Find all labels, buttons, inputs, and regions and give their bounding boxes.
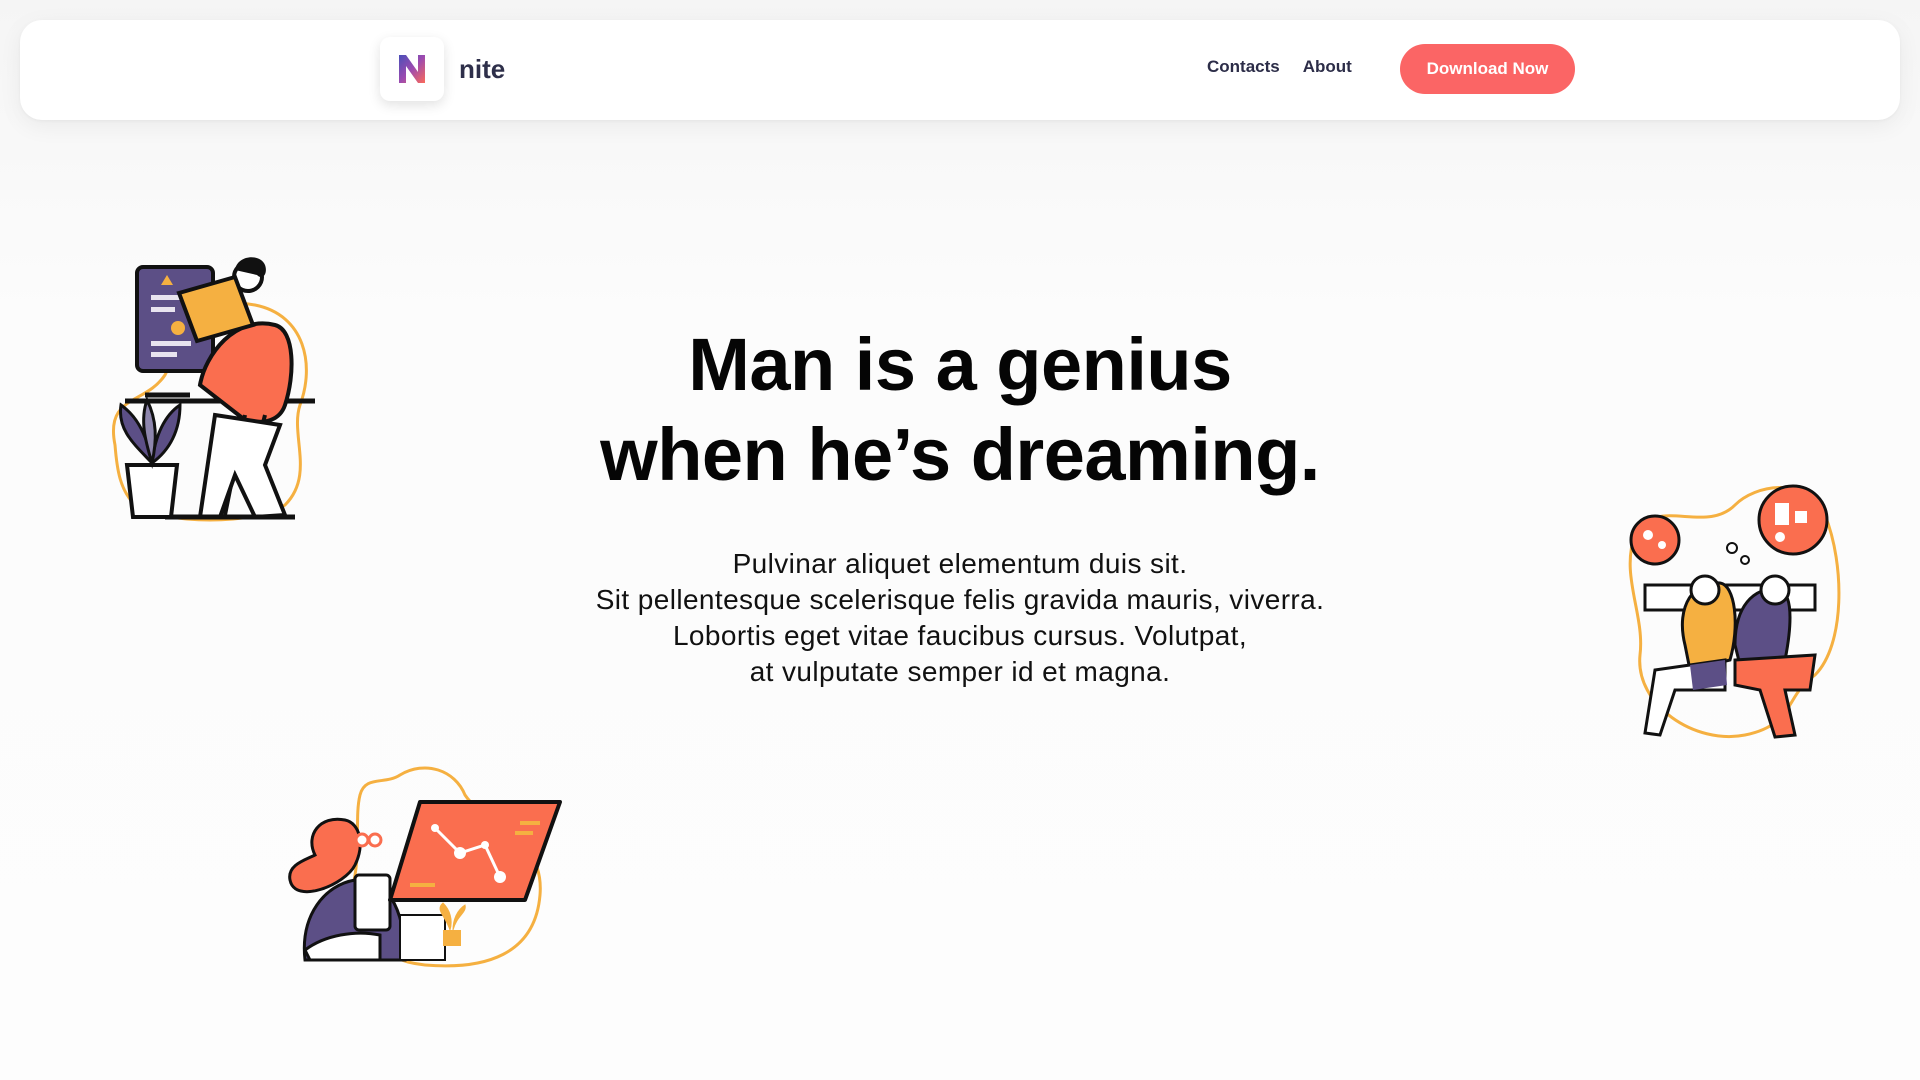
main-nav: Contacts About xyxy=(1207,57,1375,77)
top-navbar: nite Contacts About Download Now xyxy=(20,20,1900,120)
hero-heading-line: Man is a genius xyxy=(688,323,1232,406)
nite-logo-icon xyxy=(399,55,425,83)
hero-heading: Man is a genius when he’s dreaming. xyxy=(0,320,1920,500)
nav-link-contacts[interactable]: Contacts xyxy=(1207,57,1280,77)
hero-description-line: at vulputate semper id et magna. xyxy=(749,656,1171,687)
download-now-button[interactable]: Download Now xyxy=(1400,44,1575,94)
hero-description: Pulvinar aliquet elementum duis sit. Sit… xyxy=(0,546,1920,690)
logo xyxy=(380,37,444,101)
hero-description-line: Pulvinar aliquet elementum duis sit. xyxy=(732,548,1188,579)
brand-home-link[interactable]: nite xyxy=(380,37,505,101)
hero-description-line: Sit pellentesque scelerisque felis gravi… xyxy=(595,584,1325,615)
landing-page: nite Contacts About Download Now Man is … xyxy=(0,0,1920,1080)
hero-heading-line: when he’s dreaming. xyxy=(600,413,1320,496)
nav-link-about[interactable]: About xyxy=(1303,57,1352,77)
brand-name: nite xyxy=(459,53,506,84)
hero-description-line: Lobortis eget vitae faucibus cursus. Vol… xyxy=(672,620,1248,651)
woman-with-tablet-chart-illustration xyxy=(288,766,562,968)
